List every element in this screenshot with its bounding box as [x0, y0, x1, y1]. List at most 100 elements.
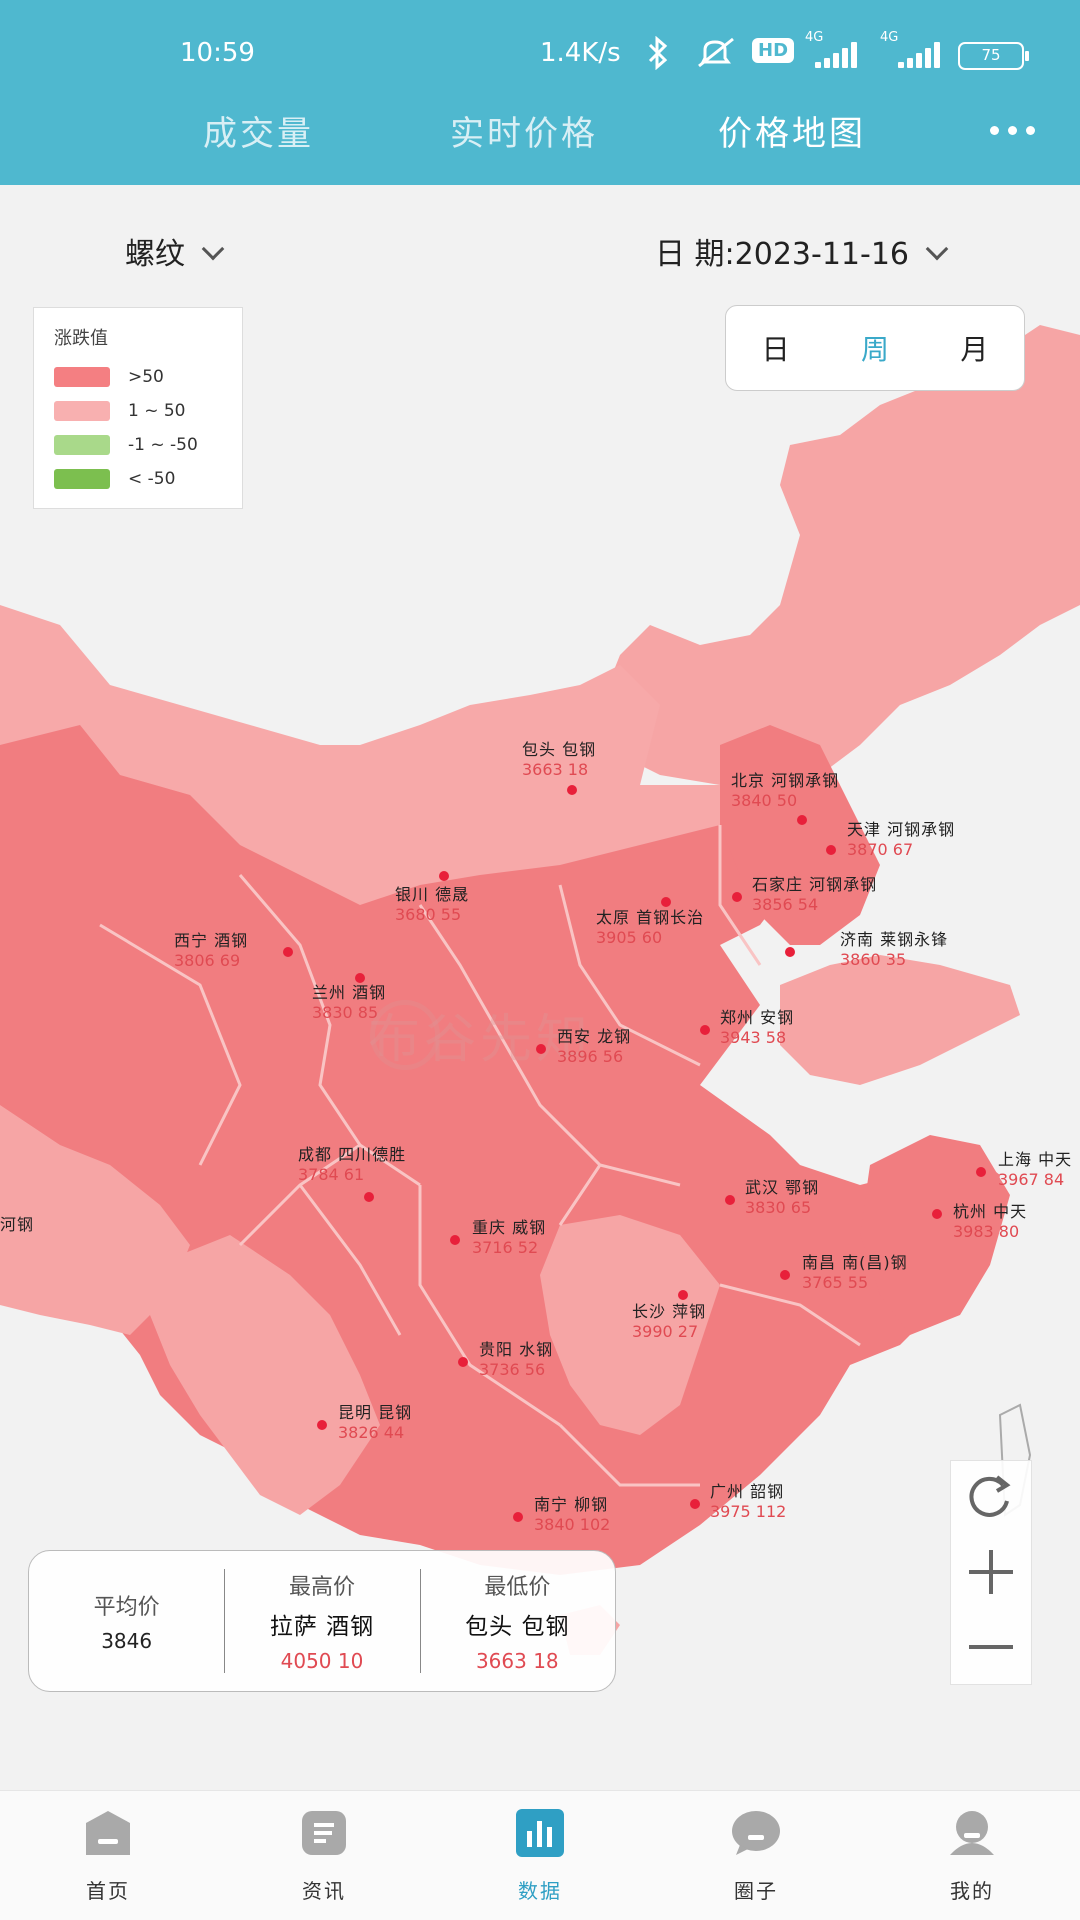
city-dot-xining[interactable]: [283, 947, 293, 957]
city-dot-guiyang[interactable]: [458, 1357, 468, 1367]
city-label-tianjin[interactable]: 天津 河钢承钢 3870 67: [847, 820, 955, 860]
city-dot-tianjin[interactable]: [826, 845, 836, 855]
city-dot-changsha[interactable]: [678, 1290, 688, 1300]
data-chart-icon: [516, 1809, 564, 1857]
city-dot-zhengzhou[interactable]: [700, 1025, 710, 1035]
city-dot-guangzhou[interactable]: [690, 1499, 700, 1509]
city-label-xining[interactable]: 西宁 酒钢 3806 69: [174, 931, 248, 971]
legend-label: 1 ~ 50: [128, 401, 186, 421]
city-name: 成都 四川德胜: [298, 1145, 407, 1164]
summary-highest-value: 4050 10: [280, 1649, 364, 1673]
city-label-wuhan[interactable]: 武汉 鄂钢 3830 65: [745, 1178, 819, 1218]
period-month[interactable]: 月: [944, 318, 1004, 378]
zoom-in-button[interactable]: [951, 1536, 1031, 1608]
city-label-nanchang[interactable]: 南昌 南(昌)钢 3765 55: [802, 1253, 908, 1293]
city-name: 济南 莱钢永锋: [840, 930, 949, 949]
zoom-out-button[interactable]: [951, 1611, 1031, 1683]
city-label-changsha[interactable]: 长沙 萍钢 3990 27: [632, 1302, 706, 1342]
date-selector-label: 日 期:2023-11-16: [655, 237, 909, 272]
profile-icon: [950, 1811, 994, 1855]
city-name: 西宁 酒钢: [174, 931, 249, 950]
period-week[interactable]: 周: [845, 318, 905, 378]
city-label-jinan[interactable]: 济南 莱钢永锋 3860 35: [840, 930, 948, 970]
city-dot-hangzhou[interactable]: [932, 1209, 942, 1219]
nav-data[interactable]: 数据: [432, 1791, 648, 1920]
tab-volume[interactable]: 成交量: [203, 106, 314, 155]
city-dot-xian[interactable]: [536, 1044, 546, 1054]
city-label-zhengzhou[interactable]: 郑州 安钢 3943 58: [720, 1008, 794, 1048]
nav-news[interactable]: 资讯: [216, 1791, 432, 1920]
network-speed: 1.4K/s: [540, 38, 621, 68]
more-menu-icon[interactable]: [990, 124, 1040, 138]
city-label-nanning[interactable]: 南宁 柳钢 3840 102: [534, 1495, 610, 1535]
city-dot-nanning[interactable]: [513, 1512, 523, 1522]
refresh-button[interactable]: [951, 1461, 1031, 1533]
city-dot-baotou[interactable]: [567, 785, 577, 795]
legend-title: 涨跌值: [54, 328, 108, 349]
city-label-beijing[interactable]: 北京 河钢承钢 3840 50: [731, 771, 839, 811]
city-dot-wuhan[interactable]: [725, 1195, 735, 1205]
nav-data-label: 数据: [518, 1879, 562, 1903]
summary-average-title: 平均价: [93, 1595, 160, 1620]
city-name: 杭州 中天: [953, 1202, 1028, 1221]
city-label-chongqing[interactable]: 重庆 威钢 3716 52: [472, 1218, 546, 1258]
city-label-shanghai[interactable]: 上海 中天 3967 84: [998, 1150, 1072, 1190]
summary-lowest[interactable]: 最低价 包头 包钢 3663 18: [419, 1551, 615, 1691]
city-values: 3840 102: [534, 1515, 611, 1534]
status-time: 10:59: [180, 38, 255, 68]
city-dot-chongqing[interactable]: [450, 1235, 460, 1245]
summary-highest[interactable]: 最高价 拉萨 酒钢 4050 10: [224, 1551, 419, 1691]
city-label-lhasa-partial[interactable]: 河钢: [0, 1215, 34, 1235]
date-selector[interactable]: 日 期:2023-11-16: [655, 229, 949, 273]
summary-average-value: 3846: [101, 1629, 153, 1653]
city-dot-shanghai[interactable]: [976, 1167, 986, 1177]
city-name: 兰州 酒钢: [312, 983, 387, 1002]
city-label-xian[interactable]: 西安 龙钢 3896 56: [557, 1027, 631, 1067]
city-dot-chengdu[interactable]: [364, 1192, 374, 1202]
summary-lowest-value: 3663 18: [475, 1649, 559, 1673]
city-label-guangzhou[interactable]: 广州 韶钢 3975 112: [710, 1482, 786, 1522]
city-label-shijiazhuang[interactable]: 石家庄 河钢承钢 3856 54: [752, 875, 877, 915]
city-values: 3830 85: [312, 1003, 379, 1022]
legend-label: >50: [128, 367, 164, 387]
battery-icon: 75: [958, 42, 1029, 70]
city-dot-lanzhou[interactable]: [355, 973, 365, 983]
city-dot-jinan[interactable]: [785, 947, 795, 957]
summary-highest-title: 最高价: [288, 1575, 355, 1600]
city-name: 上海 中天: [998, 1150, 1073, 1169]
city-label-baotou[interactable]: 包头 包钢 3663 18: [522, 740, 596, 780]
bottom-nav: 首页 资讯 数据 圈子 我的: [0, 1790, 1080, 1920]
summary-average: 平均价 3846: [29, 1551, 224, 1691]
city-name: 天津 河钢承钢: [847, 820, 956, 839]
nav-profile[interactable]: 我的: [864, 1791, 1080, 1920]
product-selector[interactable]: 螺纹: [125, 229, 225, 273]
period-day[interactable]: 日: [746, 318, 806, 378]
nav-circle[interactable]: 圈子: [648, 1791, 864, 1920]
city-dot-nanchang[interactable]: [780, 1270, 790, 1280]
mute-icon: [695, 36, 737, 77]
nav-profile-label: 我的: [950, 1879, 994, 1903]
city-dot-shijiazhuang[interactable]: [732, 892, 742, 902]
city-label-hangzhou[interactable]: 杭州 中天 3983 80: [953, 1202, 1027, 1242]
city-label-guiyang[interactable]: 贵阳 水钢 3736 56: [479, 1340, 553, 1380]
city-values: 3905 60: [596, 928, 663, 947]
city-label-lanzhou[interactable]: 兰州 酒钢 3830 85: [312, 983, 386, 1023]
city-label-kunming[interactable]: 昆明 昆钢 3826 44: [338, 1403, 412, 1443]
city-dot-kunming[interactable]: [317, 1420, 327, 1430]
chevron-down-icon: [925, 237, 949, 261]
city-name: 太原 首钢长治: [596, 908, 705, 927]
nav-home[interactable]: 首页: [0, 1791, 216, 1920]
tab-price-map[interactable]: 价格地图: [718, 106, 866, 155]
city-label-chengdu[interactable]: 成都 四川德胜 3784 61: [298, 1145, 406, 1185]
city-dot-beijing[interactable]: [797, 815, 807, 825]
city-label-taiyuan[interactable]: 太原 首钢长治 3905 60: [596, 908, 704, 948]
city-values: 3765 55: [802, 1273, 869, 1292]
tab-realtime-price[interactable]: 实时价格: [450, 106, 598, 155]
city-dot-taiyuan[interactable]: [661, 897, 671, 907]
city-name: 长沙 萍钢: [632, 1302, 707, 1321]
plus-icon-bar: [989, 1550, 993, 1594]
price-map[interactable]: 螺纹 日 期:2023-11-16 涨跌值 >50 1 ~ 50 -1 ~ -5…: [0, 185, 1080, 1790]
city-dot-yinchuan[interactable]: [439, 871, 449, 881]
city-values: 3736 56: [479, 1360, 546, 1379]
city-label-yinchuan[interactable]: 银川 德晟 3680 55: [395, 885, 469, 925]
